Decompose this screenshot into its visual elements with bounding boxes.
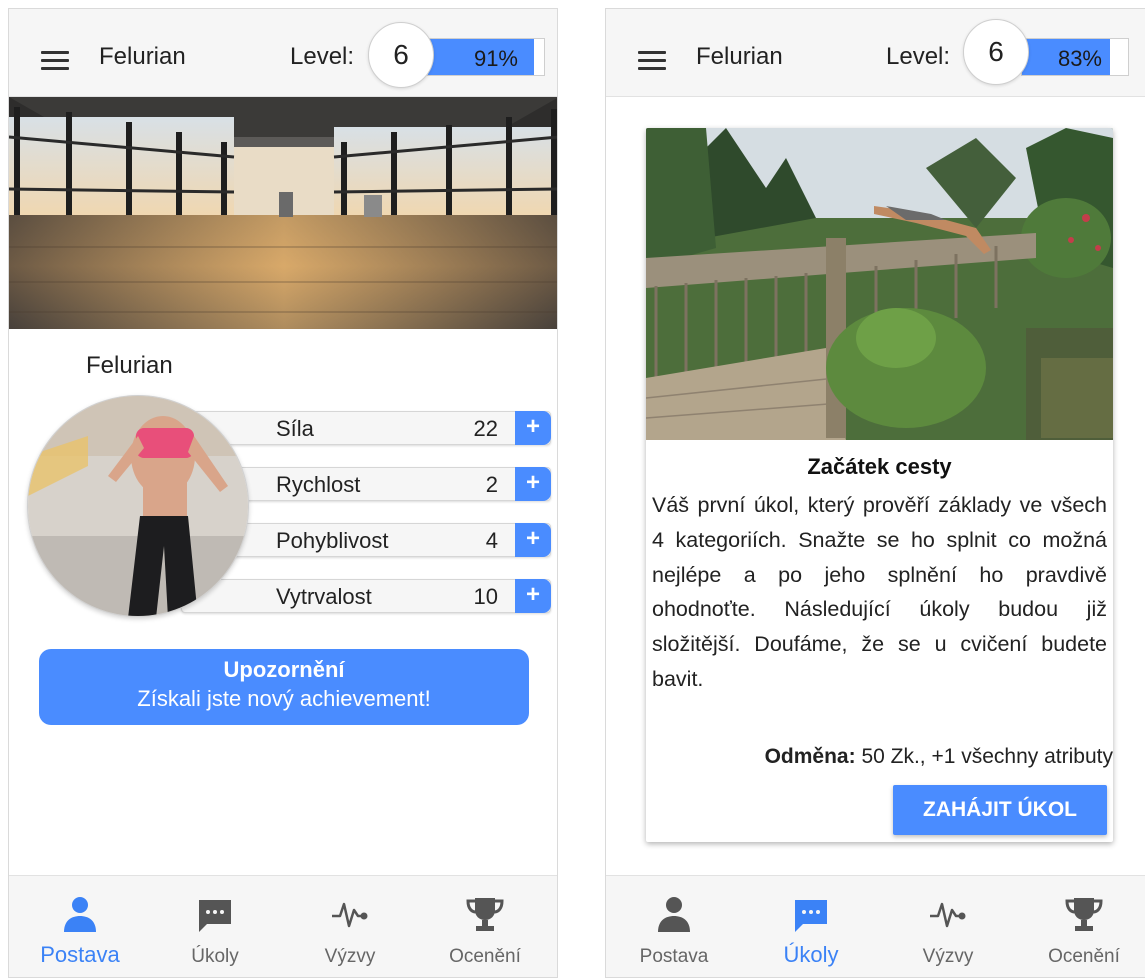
nav-ukoly[interactable]: Úkoly xyxy=(746,876,876,977)
pulse-icon xyxy=(930,902,966,928)
top-bar-username: Felurian xyxy=(696,43,783,70)
quests-screen: Felurian Level: 83% 6 Začátek cesty Váš … xyxy=(605,8,1145,978)
stat-row-vytrvalost: Vytrvalost 10 + xyxy=(181,579,551,613)
stat-name: Síla xyxy=(276,416,314,441)
nav-label: Ocenění xyxy=(449,946,521,967)
bottom-navigation: Postava Úkoly Výzvy Ocenění xyxy=(9,875,557,977)
nav-oceneni[interactable]: Ocenění xyxy=(1019,876,1145,977)
reward-label: Odměna: xyxy=(764,745,856,768)
nav-oceneni[interactable]: Ocenění xyxy=(420,876,550,977)
stat-value: 2 xyxy=(485,472,498,497)
nav-label: Výzvy xyxy=(324,946,376,967)
increase-rychlost-button[interactable]: + xyxy=(515,467,551,501)
increase-sila-button[interactable]: + xyxy=(515,411,551,445)
level-progress-bar: 91% xyxy=(427,38,545,76)
stat-name: Rychlost xyxy=(276,472,361,497)
trophy-icon xyxy=(466,898,504,931)
level-badge: 6 xyxy=(368,22,434,88)
stat-name: Vytrvalost xyxy=(276,584,372,609)
level-progress-text: 91% xyxy=(473,46,518,71)
nav-label: Ocenění xyxy=(1048,946,1120,967)
top-bar: Felurian Level: 91% 6 xyxy=(9,9,557,97)
character-screen: Felurian Level: 91% 6 Felurian Síla 22 +… xyxy=(8,8,558,978)
nav-vyzvy[interactable]: Výzvy xyxy=(883,876,1013,977)
bottom-navigation: Postava Úkoly Výzvy Ocenění xyxy=(606,875,1145,977)
stat-value: 4 xyxy=(485,528,498,553)
quest-title: Začátek cesty xyxy=(807,454,952,479)
top-bar: Felurian Level: 83% 6 xyxy=(606,9,1145,97)
start-quest-button[interactable]: ZAHÁJIT ÚKOL xyxy=(893,785,1107,835)
chat-bubble-icon xyxy=(199,900,231,932)
person-icon xyxy=(64,897,96,932)
quest-card: Začátek cesty Váš první úkol, který prov… xyxy=(646,128,1113,842)
level-label: Level: xyxy=(886,43,951,70)
nav-label: Výzvy xyxy=(922,946,974,967)
stat-row-sila: Síla 22 + xyxy=(181,411,551,445)
menu-icon[interactable] xyxy=(638,51,666,71)
nav-ukoly[interactable]: Úkoly xyxy=(150,876,280,977)
achievement-notice[interactable]: Upozornění Získali jste nový achievement… xyxy=(39,649,529,725)
profile-name: Felurian xyxy=(86,352,173,379)
nav-label: Postava xyxy=(639,946,709,967)
level-badge: 6 xyxy=(963,19,1029,85)
nav-vyzvy[interactable]: Výzvy xyxy=(285,876,415,977)
pulse-icon xyxy=(332,902,368,928)
stat-value: 22 xyxy=(473,416,498,441)
gym-hero-image xyxy=(9,97,557,329)
increase-vytrvalost-button[interactable]: + xyxy=(515,579,551,613)
stat-value: 10 xyxy=(473,584,498,609)
reward-value: 50 Zk., +1 všechny atributy xyxy=(861,745,1113,768)
trophy-icon xyxy=(1065,898,1103,931)
level-progress-bar: 83% xyxy=(1021,38,1129,76)
notice-title: Upozornění xyxy=(223,657,345,682)
menu-icon[interactable] xyxy=(41,51,69,71)
chat-bubble-icon xyxy=(795,900,827,932)
nav-label: Úkoly xyxy=(783,942,839,967)
quest-description: Váš první úkol, který prověří základy ve… xyxy=(652,493,1107,691)
top-bar-username: Felurian xyxy=(99,43,186,70)
person-icon xyxy=(658,897,690,932)
increase-pohyblivost-button[interactable]: + xyxy=(515,523,551,557)
quest-image xyxy=(646,128,1113,440)
level-label: Level: xyxy=(290,43,355,70)
nav-label: Postava xyxy=(40,942,120,967)
stat-name: Pohyblivost xyxy=(276,528,389,553)
avatar xyxy=(27,395,249,617)
quest-reward: Odměna: 50 Zk., +1 všechny atributy xyxy=(765,745,1113,769)
level-progress-text: 83% xyxy=(1057,46,1102,71)
nav-postava[interactable]: Postava xyxy=(609,876,739,977)
notice-text: Získali jste nový achievement! xyxy=(137,686,431,711)
nav-label: Úkoly xyxy=(191,946,239,967)
nav-postava[interactable]: Postava xyxy=(15,876,145,977)
